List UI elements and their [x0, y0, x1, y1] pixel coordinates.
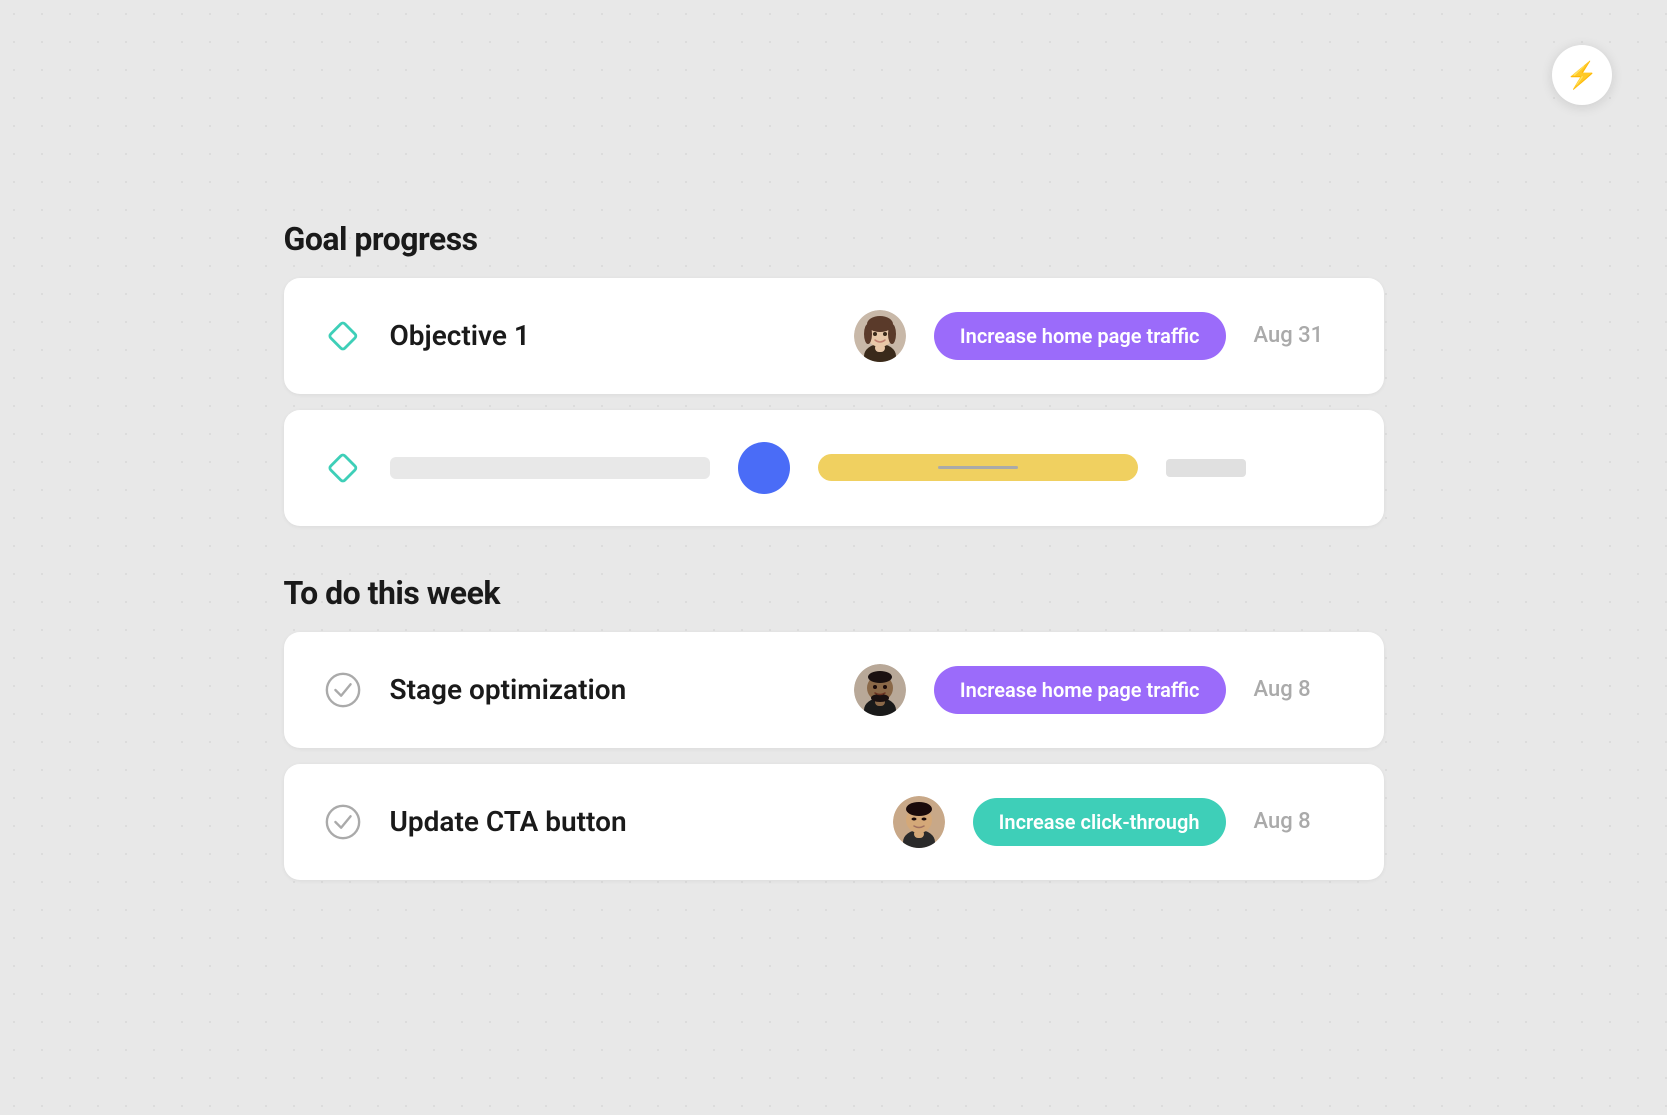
date-aug8-task1: Aug 8 — [1254, 677, 1344, 702]
task-2-label: Update CTA button — [390, 805, 865, 838]
objective-1-label: Objective 1 — [390, 319, 826, 352]
avatar-3 — [893, 796, 945, 848]
task-1-label: Stage optimization — [390, 673, 826, 706]
checkmark-icon-1 — [324, 671, 362, 709]
todo-section-title: To do this week — [284, 574, 1384, 612]
lightning-icon: ⚡ — [1566, 60, 1598, 91]
objective-2-text-placeholder — [390, 457, 710, 479]
date-aug31: Aug 31 — [1254, 323, 1344, 348]
date-aug8-task2: Aug 8 — [1254, 809, 1344, 834]
tag-increase-home-traffic-2[interactable]: Increase home page traffic — [934, 666, 1226, 714]
main-container: Goal progress Objective 1 — [284, 180, 1384, 936]
objective-2-card — [284, 410, 1384, 526]
date-placeholder — [1166, 459, 1246, 477]
tag-increase-home-traffic-1[interactable]: Increase home page traffic — [934, 312, 1226, 360]
lightning-button[interactable]: ⚡ — [1552, 45, 1612, 105]
avatar-placeholder-blue — [738, 442, 790, 494]
tag-yellow-placeholder — [818, 454, 1138, 481]
tag-increase-clickthrough[interactable]: Increase click-through — [973, 798, 1226, 846]
avatar-1 — [854, 310, 906, 362]
diamond-icon-1 — [324, 317, 362, 355]
goal-progress-title: Goal progress — [284, 220, 1384, 258]
objective-1-card: Objective 1 Increase — [284, 278, 1384, 394]
diamond-icon-2 — [324, 449, 362, 487]
task-1-card: Stage optimization — [284, 632, 1384, 748]
avatar-2 — [854, 664, 906, 716]
task-2-card: Update CTA button — [284, 764, 1384, 880]
checkmark-icon-2 — [324, 803, 362, 841]
